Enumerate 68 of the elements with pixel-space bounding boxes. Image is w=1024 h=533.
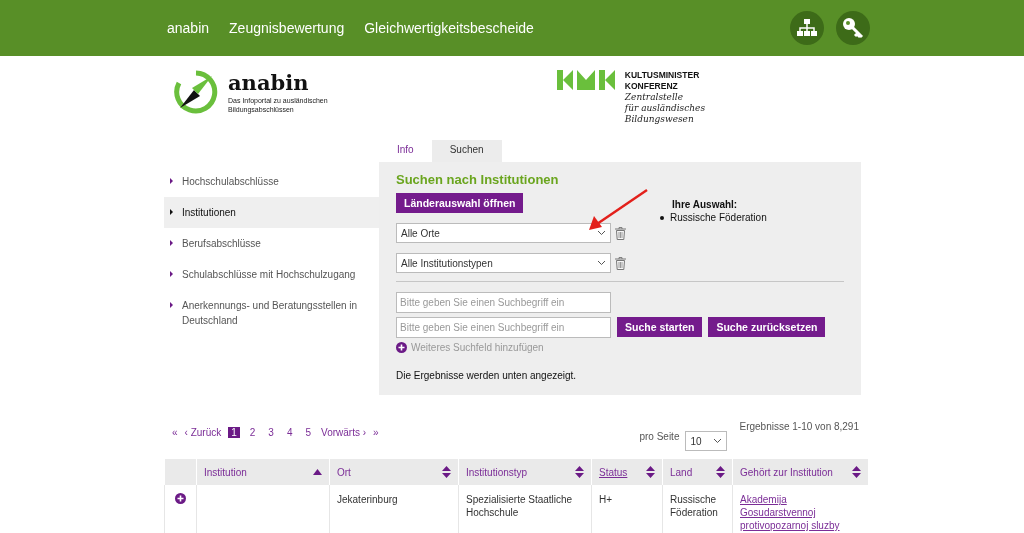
caret-icon[interactable] [713, 438, 723, 444]
column-header[interactable]: Land [662, 459, 733, 485]
dropdown[interactable]: Alle Orte [396, 223, 611, 243]
previous-page-link[interactable]: ‹ Zurück [184, 427, 222, 438]
table-cell: Russische Föderation [662, 485, 733, 533]
sitemap-icon[interactable] [790, 11, 824, 45]
start-search-button[interactable]: Suche starten [617, 317, 703, 337]
column-header[interactable]: Gehört zur Institution [732, 459, 868, 485]
next-page-link[interactable]: Vorwärts › [321, 427, 367, 438]
reset-search-button[interactable]: Suche zurücksetzen [708, 317, 826, 337]
trash-icon[interactable] [615, 256, 626, 270]
table-cell: Spezialisierte Staatliche Hochschule [458, 485, 592, 533]
annotation-arrow [587, 188, 649, 232]
sidebar-item[interactable]: Berufsabschlüsse [164, 228, 379, 259]
search-field[interactable]: Bitte geben Sie einen Suchbegriff ein [396, 317, 611, 338]
institution-link[interactable]: Akademija Gosudarstvennoj protivopozarnoj sluzby [740, 493, 861, 532]
sort-icon[interactable] [716, 466, 725, 478]
page-link[interactable]: 5 [302, 427, 315, 438]
dropdown[interactable]: Alle Institutionstypen [396, 253, 611, 273]
sidebar-item[interactable]: Schulabschlüsse mit Hochschulzugang [164, 259, 379, 290]
sidebar-item[interactable]: Anerkennungs- und Beratungsstellen in Deutschland [164, 290, 379, 336]
sort-icon[interactable] [646, 466, 655, 478]
tab[interactable]: Suchen [431, 140, 502, 162]
partner-subtitle: Bildungswesen [624, 114, 695, 125]
results-count: Ergebnisse 1-10 von 8,291 [739, 421, 859, 432]
search-field[interactable]: Bitte geben Sie einen Suchbegriff ein [396, 292, 611, 313]
page-link[interactable]: 1 [228, 427, 240, 438]
sidebar-item[interactable]: Hochschulabschlüsse [164, 166, 379, 197]
page-link[interactable]: 3 [265, 427, 277, 438]
page-link[interactable]: 2 [246, 427, 259, 438]
sort-icon[interactable] [575, 466, 584, 478]
selection-item: Russische Föderation [670, 212, 767, 223]
partner-name: KULTUSMINISTER [624, 70, 701, 81]
nav-link[interactable]: Gleichwertigkeitsbescheide [364, 20, 534, 36]
panel-title: Suchen nach Institutionen [396, 172, 560, 187]
table-cell: H+ [591, 485, 663, 533]
trash-icon[interactable] [615, 226, 626, 240]
caret-icon[interactable] [597, 260, 606, 266]
results-note: Die Ergebnisse werden unten angezeigt. [396, 370, 578, 381]
partner-subtitle: Zentralstelle [624, 92, 685, 103]
partner-subtitle: für ausländisches [624, 103, 705, 114]
column-header[interactable]: Status [591, 459, 663, 485]
kmk-logo-icon [556, 70, 615, 90]
column-header[interactable]: Ort [329, 459, 459, 485]
table-cell: Jekaterinburg [329, 485, 459, 533]
sort-icon[interactable] [442, 466, 451, 478]
sidebar-item[interactable]: Institutionen [164, 197, 379, 228]
sort-icon[interactable] [852, 466, 861, 478]
plus-circle-icon[interactable] [396, 342, 407, 353]
expand-icon[interactable] [175, 493, 186, 504]
nav-link[interactable]: anabin [167, 20, 210, 36]
logo-name: anabin [228, 70, 310, 96]
country-select-button[interactable]: Länderauswahl öffnen [396, 193, 524, 213]
key-icon[interactable] [836, 11, 870, 45]
last-page-link[interactable]: » [373, 427, 379, 438]
per-page-dropdown[interactable]: 10 [685, 431, 728, 451]
compass-logo-icon [174, 70, 218, 114]
column-header[interactable]: Institutionstyp [458, 459, 592, 485]
column-header[interactable]: Institution [196, 459, 330, 485]
nav-link[interactable]: Zeugnisbewertung [229, 20, 345, 36]
partner-name: KONFERENZ [624, 81, 679, 92]
tab[interactable]: Info [379, 140, 432, 162]
caret-icon[interactable] [597, 230, 606, 236]
per-page-label: pro Seite [639, 431, 680, 442]
sort-ascending-icon[interactable] [313, 469, 322, 475]
selection-title: Ihre Auswahl: [672, 199, 739, 210]
page-link[interactable]: 4 [283, 427, 296, 438]
first-page-link[interactable]: « [172, 427, 178, 438]
